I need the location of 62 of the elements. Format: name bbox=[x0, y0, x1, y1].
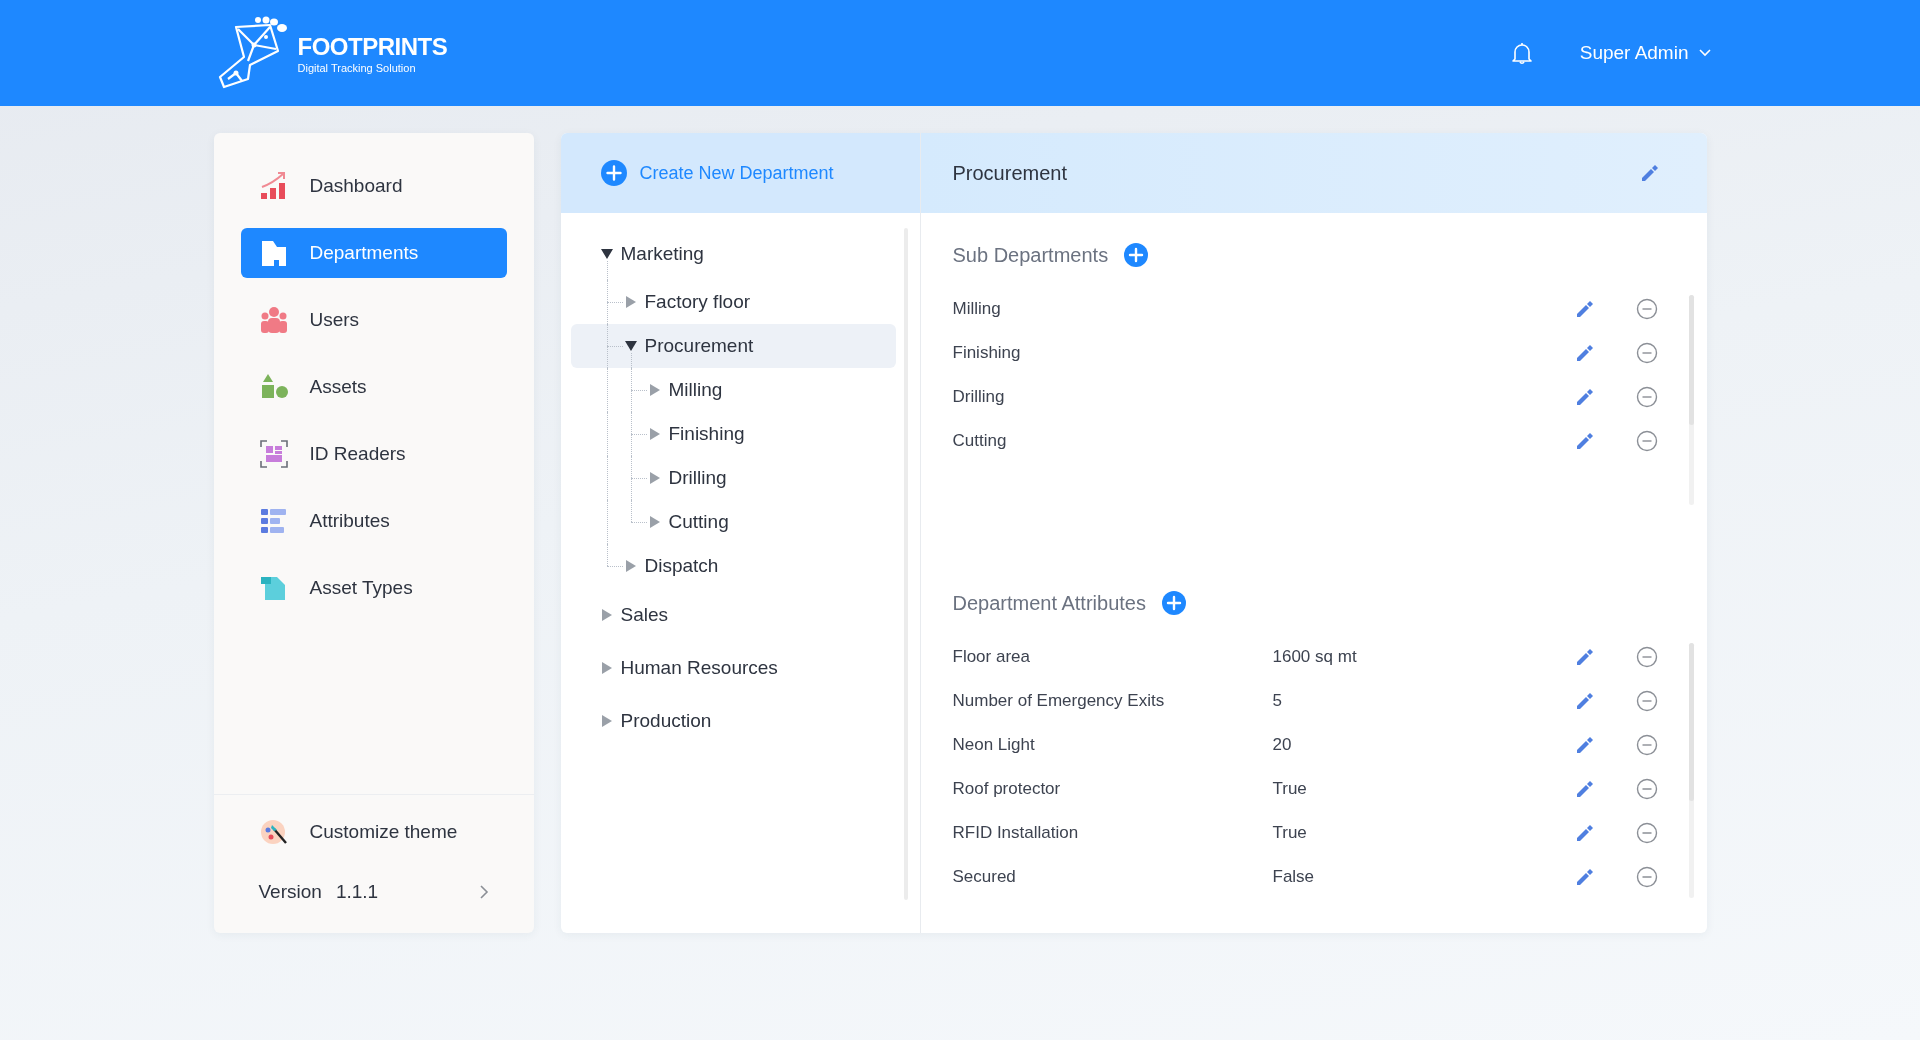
minus-circle-icon[interactable] bbox=[1635, 734, 1658, 756]
scrollbar[interactable] bbox=[1688, 643, 1694, 898]
tree-item[interactable]: Dispatch bbox=[570, 544, 896, 588]
tree-item[interactable]: Human Resources bbox=[570, 641, 896, 694]
sidebar-item[interactable]: Attributes bbox=[240, 496, 507, 546]
people-icon bbox=[258, 305, 289, 335]
bell-icon[interactable] bbox=[1509, 41, 1534, 65]
sidebar-item[interactable]: Users bbox=[240, 295, 507, 345]
tree-item[interactable]: Sales bbox=[570, 588, 896, 641]
scanner-icon bbox=[258, 439, 289, 469]
sub-department-name: Milling bbox=[952, 299, 1002, 319]
tree-item[interactable]: Milling bbox=[570, 368, 896, 412]
scrollbar[interactable] bbox=[1688, 295, 1694, 505]
section-heading: Sub Departments bbox=[952, 243, 1109, 267]
chevron-right-icon[interactable] bbox=[479, 885, 489, 899]
attribute-value: True bbox=[1272, 823, 1308, 843]
tree-item[interactable]: Cutting bbox=[570, 500, 896, 544]
tree-item[interactable]: Procurement bbox=[570, 324, 896, 368]
attribute-name: Neon Light bbox=[952, 735, 1036, 755]
sub-department-name: Drilling bbox=[952, 387, 1006, 407]
minus-circle-icon[interactable] bbox=[1635, 342, 1658, 364]
minus-circle-icon[interactable] bbox=[1635, 430, 1658, 452]
plus-icon bbox=[600, 160, 627, 186]
attribute-value: False bbox=[1272, 867, 1316, 887]
tree-item[interactable]: Finishing bbox=[570, 412, 896, 456]
tree-item[interactable]: Drilling bbox=[570, 456, 896, 500]
minus-circle-icon[interactable] bbox=[1635, 866, 1658, 888]
minus-circle-icon[interactable] bbox=[1635, 690, 1658, 712]
sidebar-item[interactable]: Assets bbox=[240, 362, 507, 412]
sub-department-name: Cutting bbox=[952, 431, 1008, 451]
sub-department-name: Finishing bbox=[952, 343, 1022, 363]
attribute-name: Secured bbox=[952, 867, 1017, 887]
attribute-value: True bbox=[1272, 779, 1308, 799]
sidebar-item[interactable]: ID Readers bbox=[240, 429, 507, 479]
sidebar-item[interactable]: Asset Types bbox=[240, 563, 507, 613]
section-heading: Department Attributes bbox=[952, 591, 1146, 615]
minus-circle-icon[interactable] bbox=[1635, 778, 1658, 800]
tree-item[interactable]: Marketing bbox=[570, 227, 896, 280]
palette-icon bbox=[258, 817, 289, 847]
attribute-value: 1600 sq mt bbox=[1272, 647, 1358, 667]
logo-subtitle: Digital Tracking Solution bbox=[297, 61, 417, 75]
department-title: Procurement bbox=[952, 161, 1067, 185]
attribute-value: 20 bbox=[1272, 735, 1293, 755]
tree-item[interactable]: Production bbox=[570, 694, 896, 747]
logo-title: FOOTPRINTS bbox=[297, 31, 448, 62]
attribute-value: 5 bbox=[1272, 691, 1283, 711]
version-label: Version bbox=[258, 881, 322, 903]
attribute-name: Roof protector bbox=[952, 779, 1062, 799]
sidebar-item[interactable]: Dashboard bbox=[240, 161, 507, 211]
minus-circle-icon[interactable] bbox=[1635, 386, 1658, 408]
minus-circle-icon[interactable] bbox=[1635, 298, 1658, 320]
minus-circle-icon[interactable] bbox=[1635, 822, 1658, 844]
version-number: 1.1.1 bbox=[335, 881, 379, 903]
customize-theme-link[interactable]: Customize theme bbox=[240, 807, 507, 857]
attribute-name: Floor area bbox=[952, 647, 1031, 667]
plus-icon[interactable] bbox=[1161, 591, 1186, 615]
list-icon bbox=[258, 506, 289, 536]
plus-icon[interactable] bbox=[1124, 243, 1149, 267]
attribute-name: Number of Emergency Exits bbox=[952, 691, 1166, 711]
minus-circle-icon[interactable] bbox=[1635, 646, 1658, 668]
chevron-down-icon bbox=[1698, 49, 1711, 57]
attribute-name: RFID Installation bbox=[952, 823, 1080, 843]
